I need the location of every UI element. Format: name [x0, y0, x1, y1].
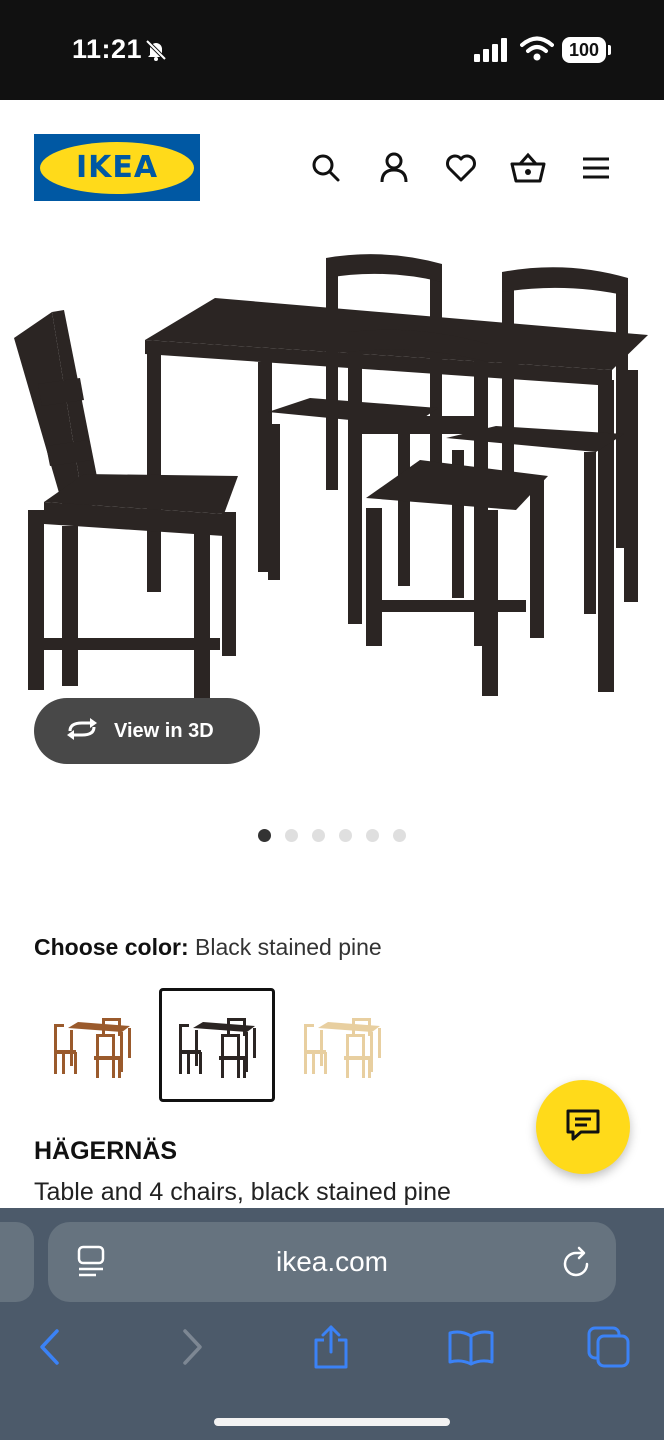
- carousel-dot[interactable]: [393, 829, 406, 842]
- view-in-3d-button[interactable]: View in 3D: [34, 698, 260, 764]
- wifi-icon: [520, 36, 554, 67]
- reload-icon[interactable]: [560, 1244, 594, 1285]
- color-selection: Choose color: Black stained pine: [34, 934, 382, 961]
- battery-indicator: 100: [562, 37, 611, 63]
- browser-toolbar: ikea.com: [0, 1208, 664, 1440]
- chevron-left-icon: [37, 1328, 61, 1371]
- url-text: ikea.com: [275, 1246, 389, 1277]
- carousel-dot-active[interactable]: [258, 829, 271, 842]
- product-name: HÄGERNÄS: [34, 1137, 178, 1165]
- color-swatch-brown[interactable]: [34, 988, 150, 1102]
- previous-tab-peek[interactable]: [0, 1222, 34, 1302]
- home-indicator: [214, 1418, 450, 1426]
- cell-signal-icon: [474, 38, 510, 67]
- view-in-3d-label: View in 3D: [114, 719, 214, 742]
- back-button[interactable]: [24, 1324, 74, 1374]
- carousel-dot[interactable]: [339, 829, 352, 842]
- search-icon[interactable]: [306, 148, 346, 188]
- book-icon: [447, 1328, 495, 1371]
- share-icon: [311, 1324, 351, 1375]
- color-value: Black stained pine: [195, 934, 382, 960]
- carousel-dot[interactable]: [366, 829, 379, 842]
- product-description: Table and 4 chairs, black stained pine: [34, 1178, 451, 1206]
- chat-button[interactable]: [536, 1080, 630, 1174]
- basket-icon[interactable]: [508, 148, 548, 188]
- share-button[interactable]: [306, 1324, 356, 1374]
- product-image[interactable]: [0, 240, 664, 710]
- chevron-right-icon: [181, 1328, 205, 1371]
- carousel-dot[interactable]: [312, 829, 325, 842]
- chat-icon: [565, 1108, 601, 1147]
- color-swatch-black[interactable]: [159, 988, 275, 1102]
- address-bar[interactable]: ikea.com: [48, 1222, 616, 1302]
- bell-muted-icon: [144, 38, 168, 67]
- status-bar: 11:21 100: [0, 0, 664, 100]
- logo-oval: IKEA: [40, 141, 194, 194]
- carousel-dot[interactable]: [285, 829, 298, 842]
- tabs-button[interactable]: [584, 1324, 634, 1374]
- logo-text: IKEA: [75, 150, 159, 185]
- bookmarks-button[interactable]: [446, 1324, 496, 1374]
- rotate-3d-icon: [64, 717, 100, 746]
- carousel-dots: [258, 829, 406, 842]
- color-label: Choose color:: [34, 934, 189, 960]
- account-icon[interactable]: [374, 148, 414, 188]
- ikea-logo[interactable]: IKEA: [34, 134, 200, 201]
- color-swatch-pine[interactable]: [284, 988, 400, 1102]
- forward-button[interactable]: [168, 1324, 218, 1374]
- status-time: 11:21: [72, 34, 143, 64]
- menu-icon[interactable]: [576, 148, 616, 188]
- tabs-icon: [586, 1325, 632, 1374]
- heart-icon[interactable]: [441, 148, 481, 188]
